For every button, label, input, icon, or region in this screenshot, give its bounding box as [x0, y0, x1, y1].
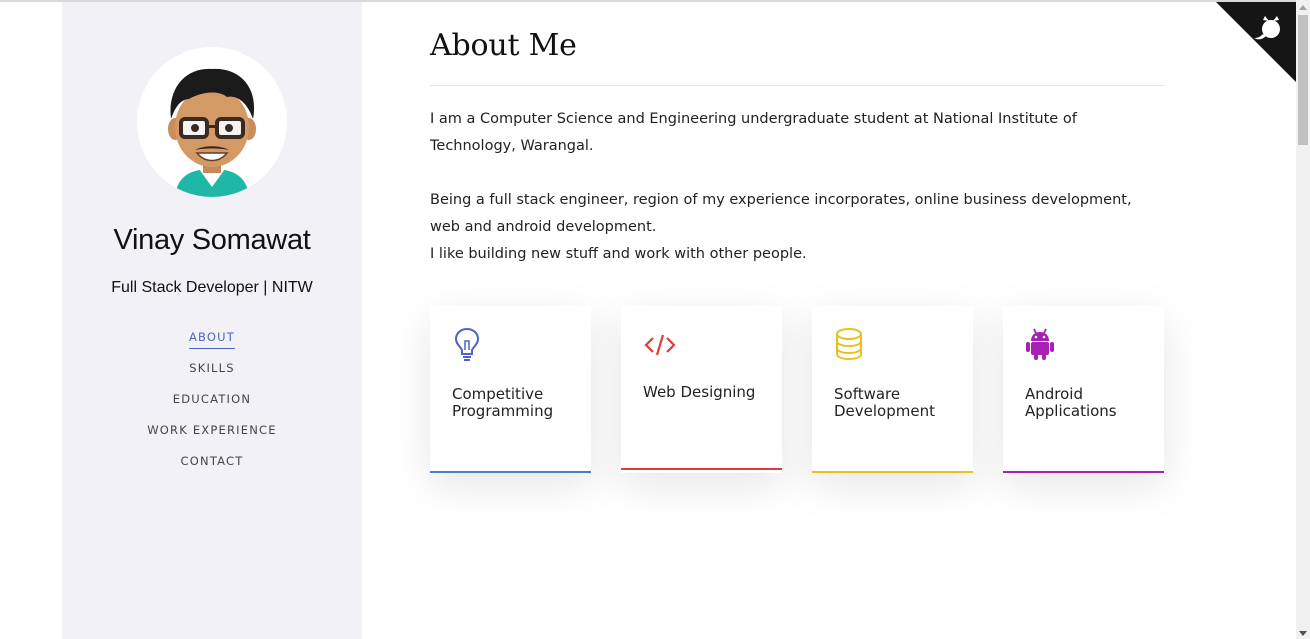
card-label: Web Designing — [643, 383, 756, 401]
card-competitive-programming[interactable]: Competitive Programming — [430, 306, 591, 473]
profile-role: Full Stack Developer | NITW — [111, 279, 313, 296]
nav-item-label[interactable]: EDUCATION — [173, 390, 251, 410]
card-accent-bar — [1003, 471, 1164, 473]
sidebar-nav: ABOUT SKILLS EDUCATION WORK EXPERIENCE C… — [62, 328, 362, 483]
nav-item-label[interactable]: CONTACT — [181, 452, 244, 472]
github-corner-link[interactable] — [1216, 2, 1296, 82]
card-label: Android Applications — [1025, 385, 1117, 420]
scroll-down-arrow-icon[interactable] — [1296, 625, 1310, 639]
title-divider — [430, 85, 1165, 86]
page-title: About Me — [430, 28, 577, 63]
profile-name: Vinay Somawat — [113, 224, 311, 256]
card-label: Competitive Programming — [452, 385, 554, 420]
card-accent-bar — [812, 471, 973, 473]
nav-item-skills[interactable]: SKILLS — [62, 359, 362, 390]
scrollbar-thumb[interactable] — [1298, 15, 1308, 145]
card-android-applications[interactable]: Android Applications — [1003, 306, 1164, 473]
avatar — [137, 47, 287, 197]
nav-item-about[interactable]: ABOUT — [62, 328, 362, 359]
card-accent-bar — [430, 471, 591, 473]
nav-item-work-experience[interactable]: WORK EXPERIENCE — [62, 421, 362, 452]
card-label: Software Development — [834, 385, 935, 420]
scroll-up-arrow-icon[interactable] — [1296, 0, 1310, 14]
nav-item-contact[interactable]: CONTACT — [62, 452, 362, 483]
lightbulb-icon — [452, 326, 482, 362]
code-icon — [643, 326, 676, 362]
database-icon — [834, 326, 864, 362]
about-paragraph-2: Being a full stack engineer, region of m… — [430, 192, 1132, 235]
nav-item-label[interactable]: WORK EXPERIENCE — [147, 421, 277, 441]
about-paragraph-1: I am a Computer Science and Engineering … — [430, 111, 1077, 154]
sidebar: Vinay Somawat Full Stack Developer | NIT… — [62, 2, 362, 639]
card-software-development[interactable]: Software Development — [812, 306, 973, 473]
nav-item-education[interactable]: EDUCATION — [62, 390, 362, 421]
card-accent-bar — [621, 468, 782, 470]
nav-item-label[interactable]: ABOUT — [188, 328, 236, 349]
vertical-scrollbar[interactable] — [1296, 0, 1310, 639]
card-web-designing[interactable]: Web Designing — [621, 306, 782, 473]
nav-item-label[interactable]: SKILLS — [189, 359, 235, 379]
about-paragraph-3: I like building new stuff and work with … — [430, 246, 807, 262]
service-cards: Competitive Programming Web Designing So… — [430, 306, 1165, 476]
android-icon — [1025, 326, 1055, 362]
